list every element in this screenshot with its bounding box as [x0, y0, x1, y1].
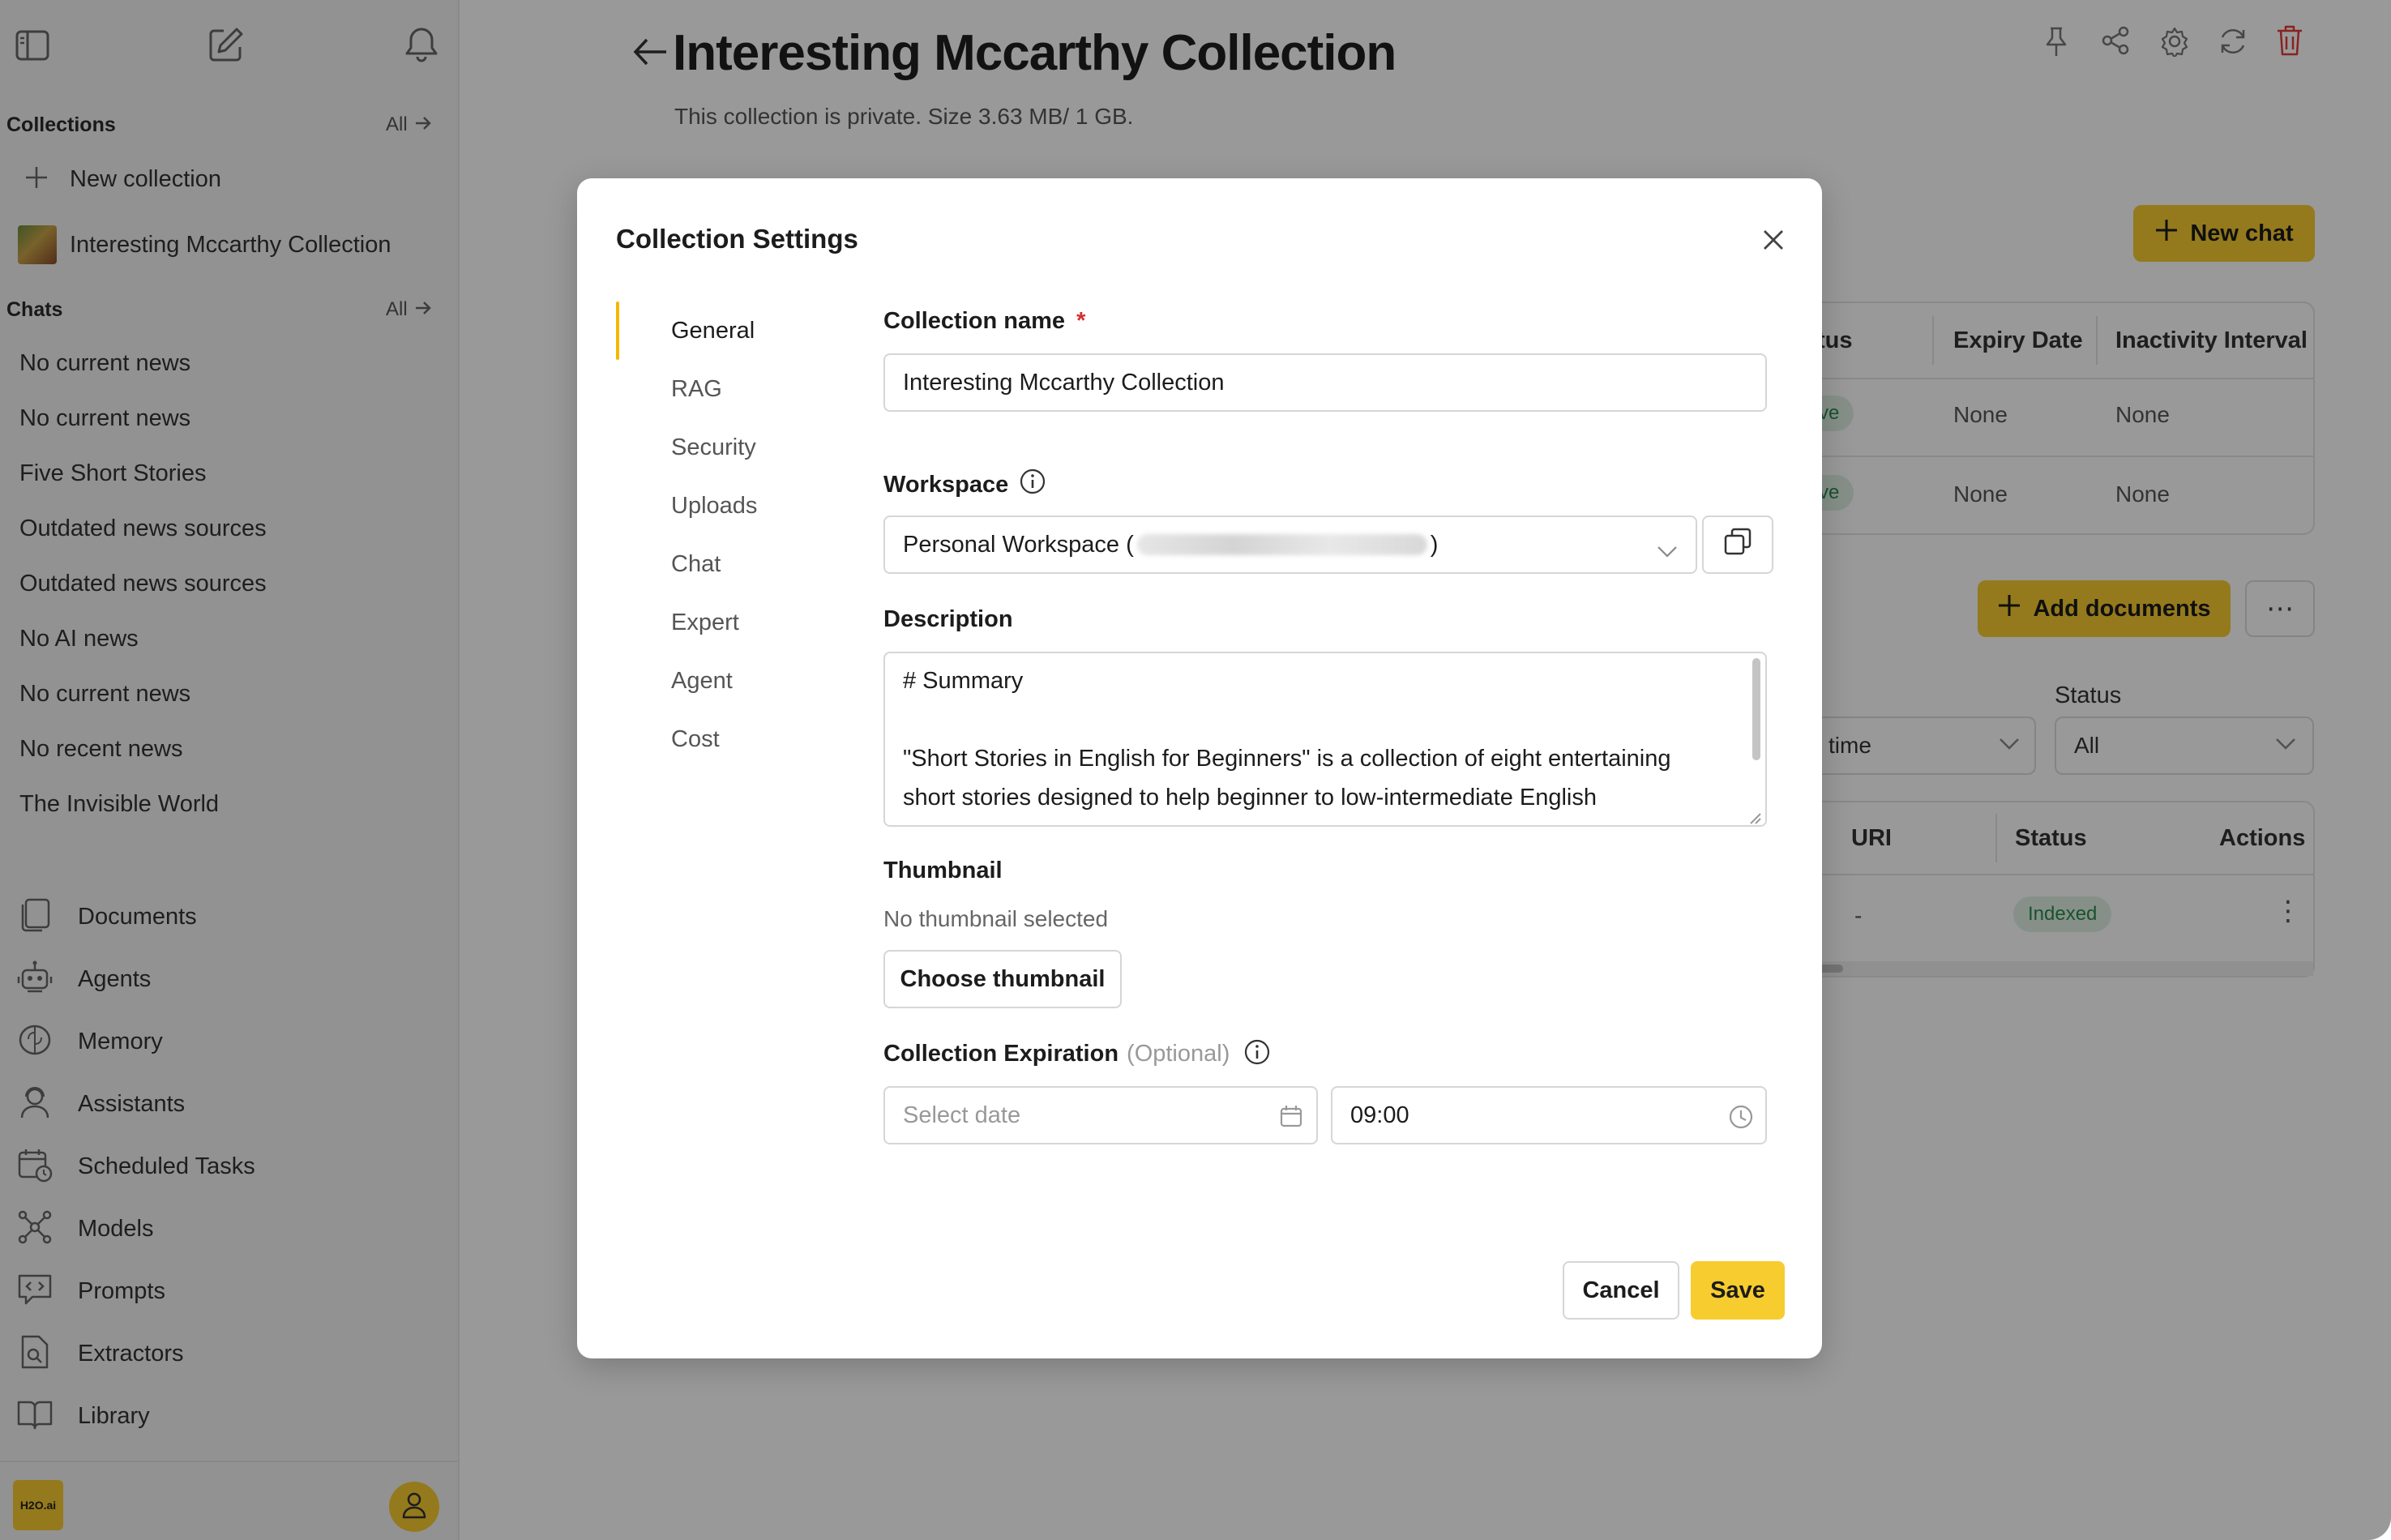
cancel-button[interactable]: Cancel: [1563, 1261, 1679, 1320]
save-button[interactable]: Save: [1691, 1261, 1785, 1320]
expiration-label: Collection Expiration (Optional): [883, 1039, 1270, 1069]
description-line: # Summary: [903, 668, 1024, 694]
menu-chat[interactable]: Chat: [671, 551, 721, 578]
app-window: Collections All New collection Interesti…: [0, 0, 2391, 1540]
workspace-suffix: ): [1430, 531, 1439, 558]
workspace-label: Workspace: [883, 468, 1046, 501]
resize-handle-icon[interactable]: [1747, 811, 1762, 825]
redacted-workspace-id: [1136, 534, 1427, 555]
thumbnail-label: Thumbnail: [883, 858, 1003, 883]
date-placeholder: Select date: [903, 1102, 1021, 1128]
info-icon[interactable]: [1244, 1039, 1270, 1069]
close-icon[interactable]: [1762, 229, 1785, 255]
optional-hint: (Optional): [1127, 1041, 1230, 1067]
active-menu-indicator: [616, 302, 619, 360]
menu-cost[interactable]: Cost: [671, 726, 720, 753]
description-line: short stories designed to help beginner …: [903, 785, 1597, 811]
menu-security[interactable]: Security: [671, 434, 756, 461]
collection-name-label: Collection name *: [883, 308, 1085, 335]
clock-icon: [1728, 1104, 1754, 1136]
dialog-title: Collection Settings: [616, 224, 858, 254]
menu-expert[interactable]: Expert: [671, 610, 739, 636]
description-line: "Short Stories in English for Beginners"…: [903, 746, 1671, 772]
menu-agent[interactable]: Agent: [671, 668, 733, 695]
description-textarea[interactable]: # Summary "Short Stories in English for …: [883, 652, 1767, 827]
calendar-icon: [1279, 1104, 1303, 1135]
workspace-name: Personal Workspace (: [903, 531, 1134, 558]
description-label: Description: [883, 606, 1013, 632]
collection-name-label-text: Collection name: [883, 308, 1065, 334]
copy-icon: [1723, 527, 1752, 563]
collection-name-input[interactable]: Interesting Mccarthy Collection: [883, 353, 1767, 412]
expiration-time-input[interactable]: 09:00: [1331, 1086, 1767, 1144]
expiration-label-text: Collection Expiration: [883, 1041, 1119, 1067]
chevron-down-icon: [1657, 538, 1678, 565]
menu-rag[interactable]: RAG: [671, 376, 722, 403]
menu-uploads[interactable]: Uploads: [671, 493, 757, 520]
workspace-label-text: Workspace: [883, 471, 1009, 498]
workspace-select[interactable]: Personal Workspace ( ): [883, 515, 1697, 574]
expiration-date-input[interactable]: Select date: [883, 1086, 1318, 1144]
required-asterisk: *: [1076, 308, 1086, 334]
textarea-scrollbar[interactable]: [1752, 658, 1760, 760]
info-icon[interactable]: [1020, 468, 1046, 501]
collection-settings-dialog: Collection Settings General RAG Security…: [577, 178, 1822, 1358]
copy-workspace-button[interactable]: [1702, 515, 1773, 574]
choose-thumbnail-button[interactable]: Choose thumbnail: [883, 950, 1122, 1008]
thumbnail-status: No thumbnail selected: [883, 906, 1109, 931]
menu-general[interactable]: General: [671, 318, 755, 344]
time-value: 09:00: [1350, 1102, 1409, 1128]
